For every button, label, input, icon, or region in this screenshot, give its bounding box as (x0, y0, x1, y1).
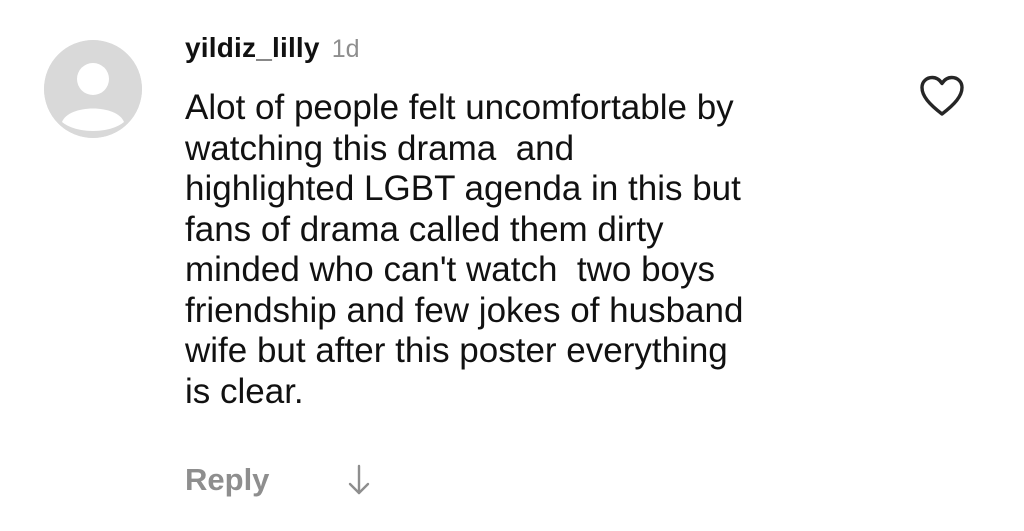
reply-button[interactable]: Reply (185, 462, 269, 498)
like-button[interactable] (918, 74, 966, 118)
default-avatar-icon (44, 40, 142, 138)
comment-text-line: highlighted LGBT agenda in this but (185, 169, 741, 208)
username[interactable]: yildiz_lilly (185, 32, 320, 64)
comment-text-line: fans of drama called them dirty (185, 209, 664, 249)
comment-header: yildiz_lilly 1d (185, 32, 360, 72)
comment-text-line: is clear. (185, 371, 304, 411)
comment-text-line: wife but after this poster everything (185, 331, 728, 370)
expand-replies-button[interactable] (347, 463, 371, 497)
comment-text-line: minded who can't watch two boys (185, 250, 716, 289)
comment-text-line: Alot of people felt uncomfortable by (185, 88, 734, 127)
comment-text-line: friendship and few jokes of husband (185, 290, 744, 330)
arrow-down-icon (349, 464, 370, 495)
comment-text: Alot of people felt uncomfortable by wat… (185, 88, 885, 412)
comment-footer: Reply (185, 460, 371, 500)
comment: yildiz_lilly 1d Alot of people felt unco… (0, 0, 1024, 531)
timestamp: 1d (331, 35, 360, 63)
comment-text-line: watching this drama and (185, 128, 575, 168)
avatar[interactable] (44, 40, 142, 138)
heart-outline-icon (920, 75, 964, 116)
